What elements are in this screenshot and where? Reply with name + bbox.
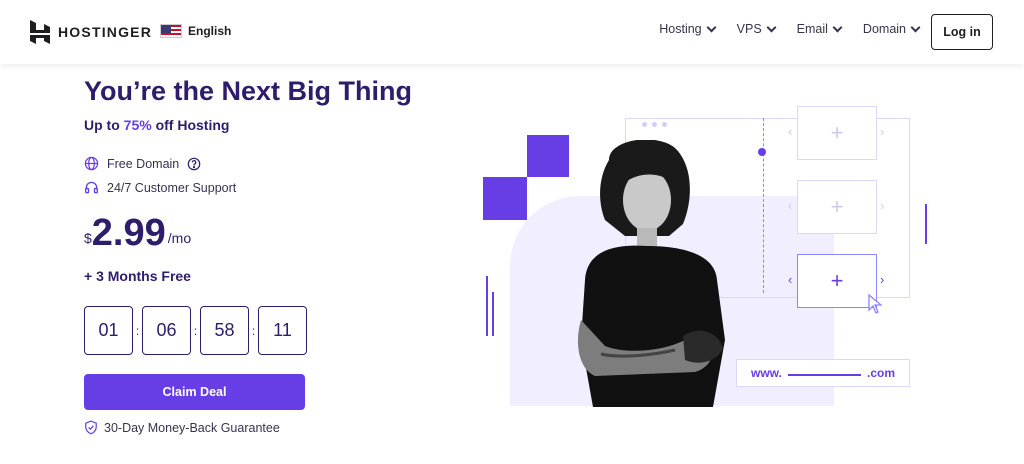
timer-hours: 06: [142, 306, 191, 355]
window-dots: [642, 122, 667, 127]
plus-card: +: [797, 106, 877, 160]
domain-underline: [787, 374, 861, 376]
domain-search-bar: www. .com: [736, 359, 910, 387]
cursor-icon: [868, 294, 882, 314]
chevron-left-icon: ‹: [788, 124, 793, 139]
discount-highlight: 75%: [123, 117, 152, 133]
subtitle-prefix: Up to: [84, 117, 124, 133]
bonus-months: + 3 Months Free: [84, 268, 191, 284]
domain-prefix: www.: [751, 366, 782, 380]
language-selector[interactable]: English: [160, 24, 231, 38]
shield-check-icon: [85, 420, 97, 435]
subtitle-suffix: off Hosting: [151, 117, 230, 133]
decor-square: [527, 135, 569, 177]
decor-line: [486, 276, 488, 336]
chevron-right-icon: ›: [880, 124, 885, 139]
brand-logo[interactable]: HOSTINGER: [30, 20, 152, 44]
login-button[interactable]: Log in: [931, 14, 993, 50]
help-circle-icon[interactable]: [187, 157, 201, 171]
chevron-left-icon: ‹: [788, 272, 793, 287]
language-label: English: [188, 24, 232, 38]
hero-title: You’re the Next Big Thing: [84, 76, 413, 106]
price-amount: 2.99: [91, 212, 166, 254]
nav-item-email[interactable]: Email: [796, 22, 843, 36]
feature-free-domain: Free Domain: [84, 156, 201, 171]
plus-card: +: [797, 180, 877, 234]
price: $ 2.99 /mo: [84, 214, 191, 252]
nav-label: VPS: [736, 22, 762, 36]
chevron-down-icon: [832, 22, 843, 32]
timer-separator: :: [135, 323, 140, 338]
decor-line: [492, 292, 494, 336]
timer-days: 01: [84, 306, 133, 355]
timer-minutes: 58: [200, 306, 249, 355]
chevron-left-icon: ‹: [788, 198, 793, 213]
timer-seconds: 11: [258, 306, 307, 355]
plus-card-active: +: [797, 254, 877, 308]
headset-icon: [85, 181, 98, 194]
hero-subtitle: Up to 75% off Hosting: [84, 117, 229, 133]
hostinger-logo-icon: [30, 20, 50, 44]
site-header: HOSTINGER English Hosting VPS Email Doma…: [0, 0, 1024, 64]
nav-item-vps[interactable]: VPS: [736, 22, 777, 36]
nav-item-hosting[interactable]: Hosting: [659, 22, 717, 36]
chevron-down-icon: [706, 22, 717, 32]
guarantee-label: 30-Day Money-Back Guarantee: [104, 420, 280, 435]
chevron-down-icon: [766, 22, 777, 32]
chevron-down-icon: [910, 22, 921, 32]
decor-line: [925, 204, 927, 244]
feature-label: Free Domain: [107, 156, 180, 171]
nav-label: Hosting: [659, 22, 702, 36]
nav-label: Email: [796, 22, 828, 36]
dashed-guide: [763, 118, 764, 293]
nav-item-domain[interactable]: Domain: [862, 22, 921, 36]
timer-separator: :: [193, 323, 198, 338]
chevron-right-icon: ›: [880, 272, 885, 287]
brand-name: HOSTINGER: [58, 24, 153, 40]
hero-illustration: + + + ‹ › ‹ › ‹ › www. .com: [470, 96, 940, 426]
globe-icon: [84, 156, 99, 171]
decor-square: [483, 177, 527, 220]
domain-suffix: .com: [866, 366, 895, 380]
person-photo: [577, 140, 725, 407]
chevron-right-icon: ›: [880, 198, 885, 213]
claim-deal-button[interactable]: Claim Deal: [84, 374, 305, 410]
us-flag-icon: [160, 24, 182, 38]
price-period: /mo: [167, 230, 192, 246]
guide-dot: [758, 148, 766, 156]
countdown-timer: 01 : 06 : 58 : 11: [84, 306, 307, 355]
money-back-guarantee: 30-Day Money-Back Guarantee: [84, 420, 280, 435]
feature-support: 24/7 Customer Support: [84, 180, 236, 195]
timer-separator: :: [251, 323, 256, 338]
main-nav: Hosting VPS Email Domain: [659, 22, 921, 36]
feature-label: 24/7 Customer Support: [107, 180, 237, 195]
price-currency: $: [84, 230, 92, 246]
nav-label: Domain: [862, 22, 906, 36]
